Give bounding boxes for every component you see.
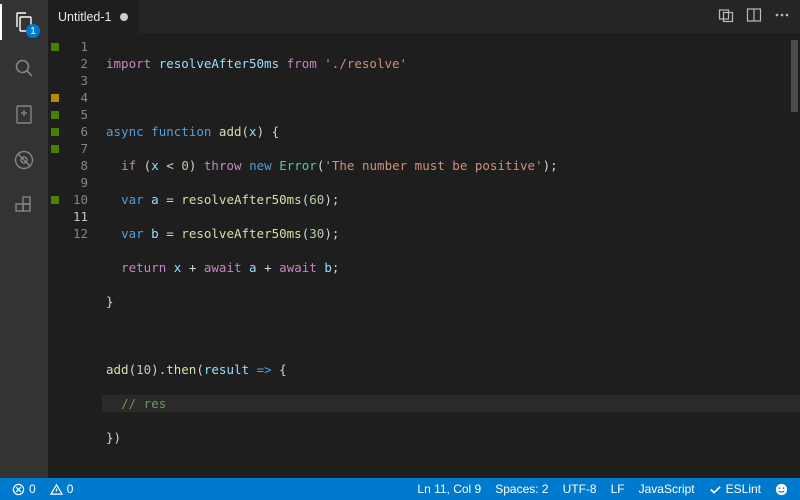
status-eslint[interactable]: ESLint: [705, 478, 765, 500]
tab-bar: Untitled-1: [48, 0, 800, 34]
extensions-icon[interactable]: [10, 192, 38, 220]
search-icon[interactable]: [10, 54, 38, 82]
explorer-badge: 1: [26, 24, 40, 38]
explorer-icon[interactable]: 1: [10, 8, 38, 36]
activity-bar: 1: [0, 0, 48, 478]
compare-icon[interactable]: [718, 7, 734, 26]
tab-dirty-indicator-icon: [120, 13, 128, 21]
status-cursor-position[interactable]: Ln 11, Col 9: [413, 478, 485, 500]
tab-untitled[interactable]: Untitled-1: [48, 0, 139, 33]
status-encoding[interactable]: UTF-8: [559, 478, 601, 500]
scrollbar-track[interactable]: [788, 34, 800, 478]
gutter-markers: [48, 38, 62, 478]
more-actions-icon[interactable]: [774, 7, 790, 26]
code-content[interactable]: import resolveAfter50ms from './resolve'…: [102, 38, 800, 478]
line-number-gutter: 123456789101112: [62, 38, 102, 478]
status-language[interactable]: JavaScript: [635, 478, 699, 500]
split-editor-icon[interactable]: [746, 7, 762, 26]
tab-title: Untitled-1: [58, 10, 112, 24]
status-errors[interactable]: 0: [8, 478, 40, 500]
status-feedback-icon[interactable]: [771, 478, 792, 500]
debug-icon[interactable]: [10, 146, 38, 174]
editor-actions: [708, 0, 800, 33]
status-indentation[interactable]: Spaces: 2: [491, 478, 552, 500]
status-warnings[interactable]: 0: [46, 478, 78, 500]
status-bar: 0 0 Ln 11, Col 9 Spaces: 2 UTF-8 LF Java…: [0, 478, 800, 500]
code-editor[interactable]: 123456789101112 import resolveAfter50ms …: [48, 34, 800, 478]
status-eol[interactable]: LF: [607, 478, 629, 500]
source-control-icon[interactable]: [10, 100, 38, 128]
